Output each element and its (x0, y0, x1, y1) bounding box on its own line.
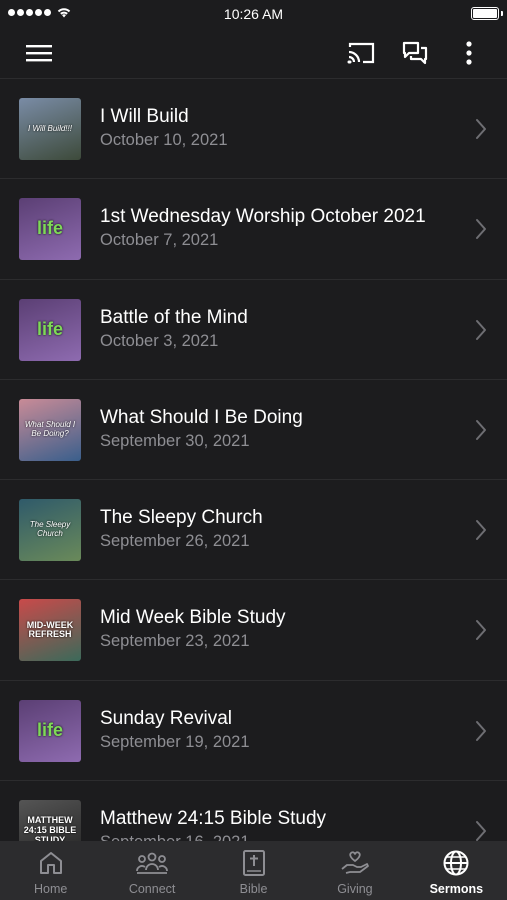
sermon-title: Sunday Revival (100, 707, 233, 729)
sermon-row[interactable]: MID-WEEK REFRESH Mid Week Bible Study Sept… (0, 580, 507, 681)
sermon-thumbnail: The Sleepy Church (19, 499, 81, 562)
bottom-tab-bar: Home Connect Bible Giving Sermons (0, 841, 507, 900)
sermon-date: September 26, 2021 (100, 532, 250, 551)
hamburger-menu-icon[interactable] (20, 34, 58, 72)
sermon-thumbnail: MID-WEEK REFRESH (19, 599, 81, 662)
chevron-right-icon (476, 620, 486, 641)
sermon-row[interactable]: I Will Build!!! I Will Build October 10, 2… (0, 79, 507, 180)
sermon-date: October 7, 2021 (100, 231, 219, 250)
chevron-right-icon (476, 119, 486, 139)
sermon-thumbnail-text: The Sleepy Church (29, 520, 71, 539)
sermon-thumbnail: What Should I Be Doing? (19, 398, 81, 461)
sermon-row[interactable]: life 1st Wednesday Worship October 2021 Oc… (0, 179, 507, 280)
tab-label: Sermons (429, 882, 484, 896)
more-vertical-icon[interactable] (450, 34, 488, 72)
sermon-thumbnail: I Will Build!!! (19, 98, 81, 160)
sermon-row[interactable]: life Battle of the Mind October 3, 2021 (0, 280, 507, 380)
tab-label: Giving (337, 882, 373, 896)
chevron-right-icon (476, 720, 486, 741)
sermon-date: October 3, 2021 (100, 331, 219, 350)
sermon-title: What Should I Be Doing (100, 406, 303, 428)
sermon-thumbnail-text: MID-WEEK REFRESH (26, 619, 74, 640)
cast-icon[interactable] (342, 34, 380, 72)
sermon-thumbnail-text: MATTHEW 24:15 BIBLE STUDY (23, 815, 77, 841)
sermon-thumbnail-text: life (36, 318, 63, 339)
tab-label: Connect (128, 882, 176, 896)
tab-sermons[interactable]: Sermons (406, 841, 507, 900)
top-toolbar (0, 28, 507, 78)
chevron-right-icon (476, 219, 486, 240)
sermon-title: Matthew 24:15 Bible Study (100, 808, 327, 830)
sermon-row[interactable]: What Should I Be Doing? What Should I Be … (0, 380, 507, 481)
sermon-date: September 30, 2021 (100, 431, 250, 450)
status-time: 10:26 AM (223, 6, 284, 22)
sermon-thumbnail-text: life (36, 719, 63, 740)
sermon-title: Mid Week Bible Study (100, 607, 286, 629)
status-bar: 10:26 AM (0, 0, 507, 28)
sermon-thumbnail-text: life (36, 218, 63, 239)
sermon-title: 1st Wednesday Worship October 2021 (100, 206, 426, 228)
sermon-row[interactable]: MATTHEW 24:15 BIBLE STUDY Matthew 24:15 B… (0, 781, 507, 841)
chevron-right-icon (476, 419, 486, 440)
tab-label: Bible (239, 882, 268, 896)
sermon-title: Battle of the Mind (100, 306, 248, 328)
chat-icon[interactable] (396, 34, 434, 72)
sermon-date: October 10, 2021 (100, 131, 228, 149)
sermon-title: I Will Build (100, 106, 189, 127)
tab-bible[interactable]: Bible (203, 841, 304, 900)
sermon-thumbnail-text: What Should I Be Doing? (24, 420, 76, 438)
sermon-thumbnail: life (19, 699, 81, 762)
sermon-list[interactable]: I Will Build!!! I Will Build October 10, 2… (0, 79, 507, 841)
sermon-title: The Sleepy Church (100, 507, 263, 529)
sermon-date: September 16, 2021 (100, 833, 250, 841)
battery-icon (471, 7, 503, 20)
sermon-row[interactable]: life Sunday Revival September 19, 2021 (0, 681, 507, 782)
chevron-right-icon (476, 319, 486, 340)
globe-icon (442, 849, 470, 877)
tab-label: Home (34, 882, 68, 896)
sermon-row[interactable]: The Sleepy Church The Sleepy Church Septem… (0, 480, 507, 581)
tab-home[interactable]: Home (0, 841, 101, 900)
sermon-date: September 23, 2021 (100, 632, 250, 651)
sermon-thumbnail-text: I Will Build!!! (28, 123, 72, 133)
home-icon (38, 849, 64, 877)
sermon-thumbnail: MATTHEW 24:15 BIBLE STUDY (19, 800, 81, 841)
sermon-thumbnail: life (19, 298, 81, 361)
people-icon (136, 849, 169, 877)
sermon-thumbnail: life (19, 198, 81, 261)
tab-giving[interactable]: Giving (304, 841, 405, 900)
giving-hand-icon (340, 849, 370, 877)
bible-icon (242, 849, 266, 877)
sermon-date: September 19, 2021 (100, 732, 250, 751)
chevron-right-icon (476, 520, 486, 541)
chevron-right-icon (476, 821, 486, 841)
tab-connect[interactable]: Connect (101, 841, 202, 900)
